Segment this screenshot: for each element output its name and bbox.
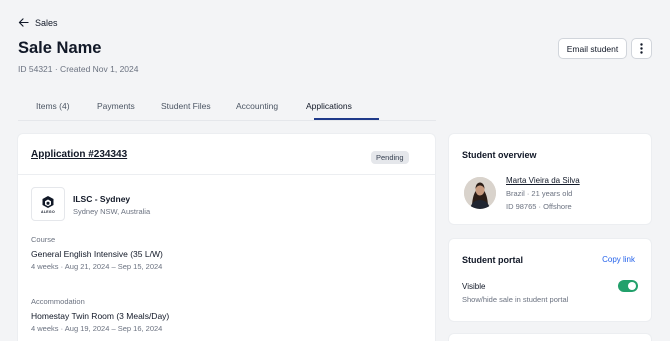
- more-vertical-icon: [640, 43, 643, 54]
- visibility-description: Show/hide sale in student portal: [462, 295, 569, 304]
- course-label: Course: [31, 235, 56, 244]
- school-location: Sydney NSW, Australia: [73, 207, 151, 216]
- accommodation-label: Accommodation: [31, 297, 85, 306]
- logo-wordmark: ALEGO: [41, 209, 55, 214]
- status-badge: Pending: [371, 151, 409, 164]
- visibility-toggle[interactable]: [618, 280, 638, 292]
- visibility-label: Visible: [462, 282, 486, 291]
- tab-bar: Items (4) Payments Student Files Account…: [18, 96, 436, 121]
- arrow-left-icon: [18, 18, 29, 27]
- application-title-link[interactable]: Application #234343: [31, 149, 127, 160]
- tab-applications[interactable]: Applications: [306, 101, 352, 111]
- sale-meta: ID 54321 · Created Nov 1, 2024: [18, 64, 139, 74]
- course-name: General English Intensive (35 L/W): [31, 249, 163, 259]
- student-photo-icon: [464, 177, 496, 209]
- accommodation-details: 4 weeks · Aug 19, 2024 – Sep 16, 2024: [31, 324, 163, 333]
- application-card: Application #234343 Pending ALEGO ILSC -…: [18, 134, 435, 341]
- school-logo-icon: [42, 195, 54, 208]
- active-tab-indicator: [314, 118, 379, 120]
- page-title: Sale Name: [18, 39, 102, 57]
- tab-accounting[interactable]: Accounting: [236, 101, 278, 111]
- avatar: [464, 177, 496, 209]
- school-name: ILSC - Sydney: [73, 194, 131, 204]
- accommodation-name: Homestay Twin Room (3 Meals/Day): [31, 311, 170, 321]
- course-details: 4 weeks · Aug 21, 2024 – Sep 15, 2024: [31, 262, 163, 271]
- tab-items[interactable]: Items (4): [36, 101, 70, 111]
- more-options-button[interactable]: [631, 38, 652, 59]
- student-overview-card: Student overview Marta Vieira da Silva B…: [449, 134, 651, 224]
- tab-payments[interactable]: Payments: [97, 101, 135, 111]
- student-name-link[interactable]: Marta Vieira da Silva: [506, 176, 580, 185]
- back-label: Sales: [35, 17, 58, 28]
- school-logo: ALEGO: [31, 187, 65, 221]
- student-overview-heading: Student overview: [462, 150, 537, 160]
- student-country-age: Brazil · 21 years old: [506, 189, 573, 198]
- email-student-button[interactable]: Email student: [558, 38, 627, 59]
- divider: [18, 174, 435, 175]
- back-link[interactable]: Sales: [18, 17, 58, 28]
- student-id: ID 98765 · Offshore: [506, 202, 572, 211]
- sidebar-card: [449, 334, 651, 341]
- student-portal-heading: Student portal: [462, 255, 523, 265]
- tab-student-files[interactable]: Student Files: [161, 101, 211, 111]
- copy-link-button[interactable]: Copy link: [602, 255, 635, 264]
- student-portal-card: Student portal Copy link Visible Show/hi…: [449, 239, 651, 321]
